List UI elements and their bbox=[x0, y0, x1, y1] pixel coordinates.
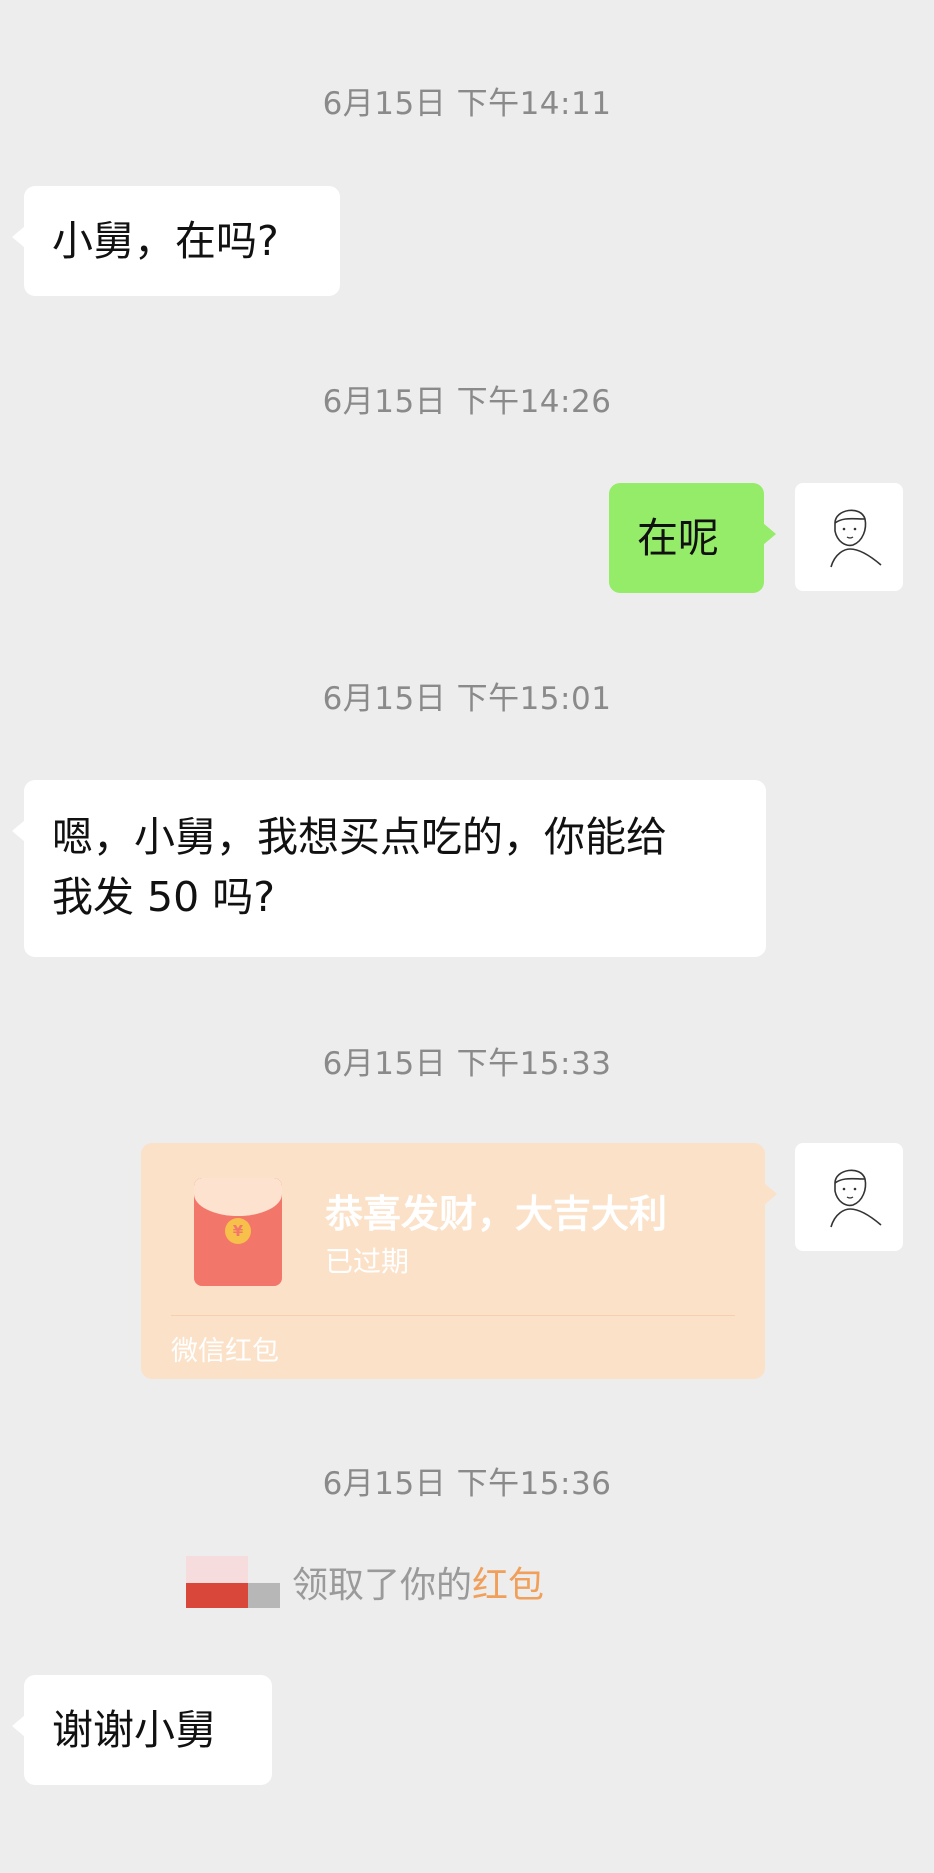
red-packet-link[interactable]: 红包 bbox=[472, 1556, 544, 1608]
red-packet-message[interactable]: ¥ 恭喜发财，大吉大利 已过期 微信红包 bbox=[141, 1143, 777, 1379]
message-text: 小舅，在吗? bbox=[52, 217, 279, 265]
yuan-coin-icon: ¥ bbox=[225, 1218, 251, 1244]
timestamp: 6月15日 下午15:01 bbox=[322, 681, 612, 717]
incoming-message-bubble[interactable]: 嗯，小舅，我想买点吃的，你能给 我发 50 吗? bbox=[12, 780, 766, 957]
incoming-message-bubble[interactable]: 谢谢小舅 bbox=[12, 1675, 272, 1785]
outgoing-message-bubble[interactable]: 在呢 bbox=[609, 483, 776, 593]
red-packet-title: 恭喜发财，大吉大利 bbox=[325, 1192, 668, 1236]
red-packet-footer: 微信红包 bbox=[171, 1336, 279, 1367]
timestamp: 6月15日 下午14:11 bbox=[322, 86, 612, 122]
red-envelope-icon: ¥ bbox=[194, 1178, 282, 1286]
red-packet-status: 已过期 bbox=[325, 1245, 410, 1278]
message-text-line: 嗯，小舅，我想买点吃的，你能给 bbox=[52, 813, 667, 861]
divider bbox=[171, 1315, 735, 1316]
message-text: 谢谢小舅 bbox=[52, 1706, 216, 1754]
system-notice: 领取了你的 红包 bbox=[186, 1556, 544, 1608]
redacted-username bbox=[186, 1556, 280, 1608]
timestamp: 6月15日 下午15:36 bbox=[322, 1466, 612, 1502]
user-avatar[interactable] bbox=[795, 1143, 903, 1251]
avatar-sketch-icon bbox=[830, 1169, 882, 1228]
timestamp: 6月15日 下午14:26 bbox=[322, 384, 612, 420]
timestamp: 6月15日 下午15:33 bbox=[322, 1046, 612, 1082]
message-text-line: 我发 50 吗? bbox=[52, 873, 275, 921]
message-text: 在呢 bbox=[637, 514, 719, 562]
incoming-message-bubble[interactable]: 小舅，在吗? bbox=[12, 186, 340, 296]
user-avatar[interactable] bbox=[795, 483, 903, 591]
avatar-sketch-icon bbox=[830, 509, 882, 568]
system-notice-text: 领取了你的 bbox=[292, 1565, 473, 1606]
